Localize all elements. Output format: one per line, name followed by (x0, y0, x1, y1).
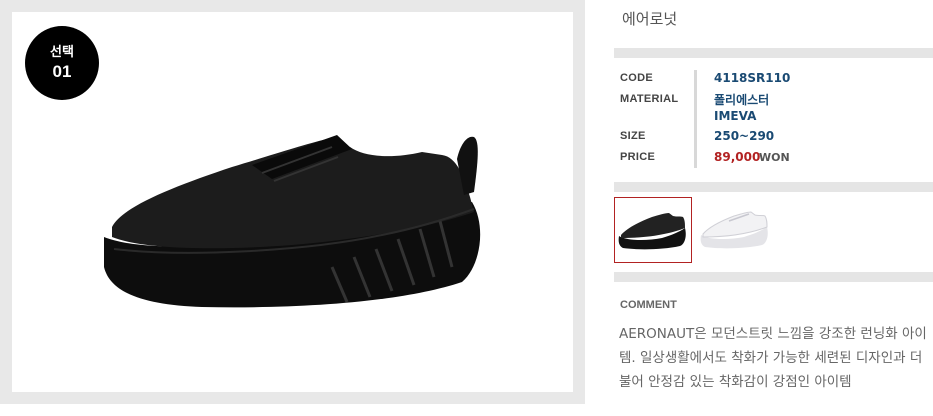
spec-material-label: MATERIAL (620, 93, 679, 105)
thumbnail-white[interactable] (697, 197, 775, 263)
black-shoe-thumbnail-image (618, 213, 686, 250)
main-image-area: 선택 01 (12, 12, 573, 392)
spec-price-label: PRICE (620, 151, 656, 163)
badge-number: 01 (52, 62, 72, 81)
badge-label: 선택 (50, 45, 74, 60)
thumbnail-black[interactable] (614, 197, 692, 263)
spec-size-label: SIZE (620, 130, 646, 142)
white-shoe-thumbnail-image (700, 211, 768, 249)
main-image-frame: 선택 01 (0, 0, 585, 404)
spec-code-value: 4118SR110 (714, 71, 791, 85)
main-shoe-image (104, 135, 481, 308)
product-title: 에어로넛 (622, 10, 678, 28)
spec-divider (694, 70, 697, 168)
divider-bottom (614, 272, 933, 282)
comment-label: COMMENT (620, 299, 677, 311)
divider-top (614, 48, 933, 58)
spec-currency: WON (759, 151, 790, 164)
spec-material-value-2: IMEVA (714, 109, 757, 123)
divider-middle (614, 182, 933, 192)
spec-code-label: CODE (620, 72, 653, 84)
spec-material-value: 폴리에스터 (714, 93, 770, 107)
spec-size-value: 250~290 (714, 129, 775, 143)
spec-price-value: 89,000 (714, 150, 761, 164)
comment-text: AERONAUT은 모던스트릿 느낌을 강조한 런닝화 아이템. 일상생활에서도… (619, 326, 927, 390)
selection-badge: 선택 01 (25, 26, 99, 100)
